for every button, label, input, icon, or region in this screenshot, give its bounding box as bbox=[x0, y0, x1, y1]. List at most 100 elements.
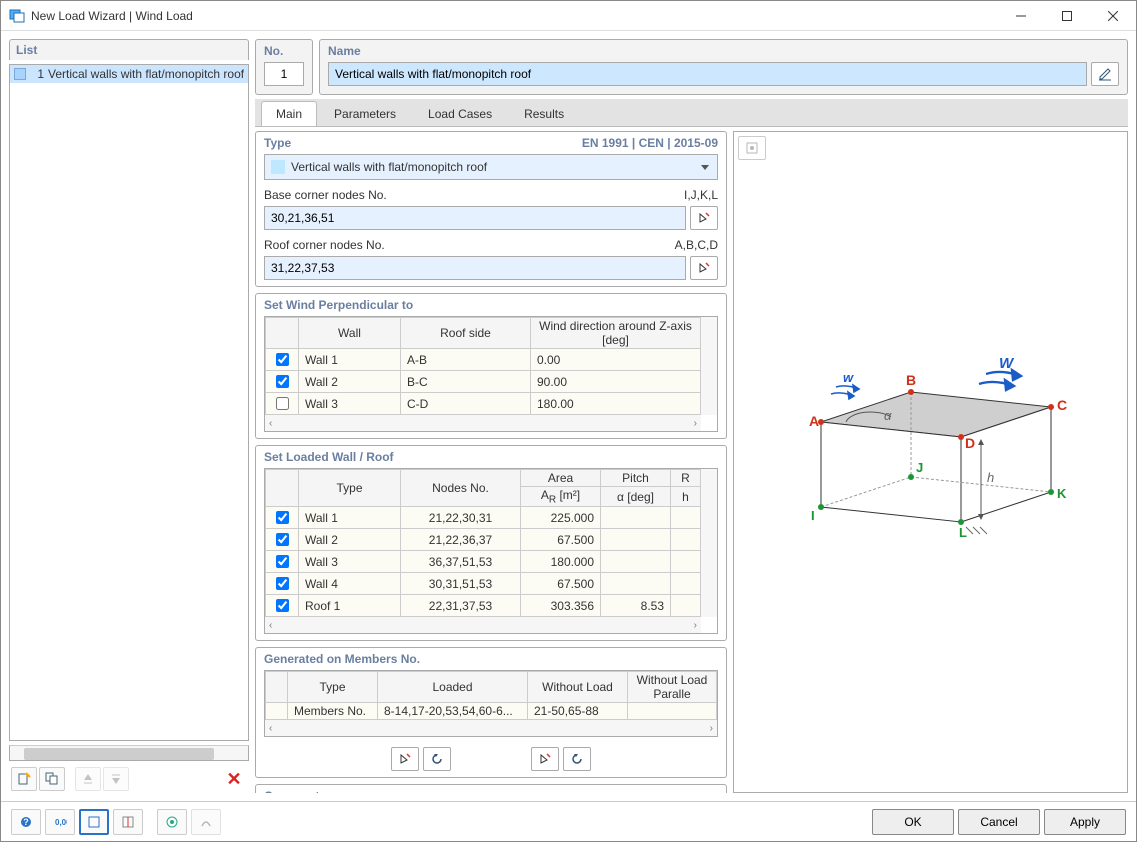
wind-perp-hscroll[interactable]: ‹› bbox=[265, 415, 701, 431]
generated-table[interactable]: Type Loaded Without Load Without Load Pa… bbox=[265, 671, 717, 720]
table-row[interactable]: Wall 1 21,22,30,31 225.000 bbox=[266, 507, 701, 529]
generated-hscroll[interactable]: ‹› bbox=[265, 720, 717, 736]
close-button[interactable] bbox=[1090, 1, 1136, 31]
generated-section: Generated on Members No. Type Loaded Wit… bbox=[255, 647, 727, 778]
type-combo[interactable]: Vertical walls with flat/monopitch roof bbox=[264, 154, 718, 180]
pick-unloaded-button[interactable] bbox=[531, 747, 559, 771]
view-mode-2-button[interactable] bbox=[113, 809, 143, 835]
left-toolbar: ✕ bbox=[9, 765, 249, 793]
footer: ? 0,00 OK Cancel Apply bbox=[1, 801, 1136, 841]
tab-main[interactable]: Main bbox=[261, 101, 317, 126]
loaded-wall-section: Set Loaded Wall / Roof Type Nodes No. Ar bbox=[255, 445, 727, 641]
undo-unloaded-button[interactable] bbox=[563, 747, 591, 771]
right-panel: No. Name Main Parameters Load Cases Resu… bbox=[255, 39, 1128, 793]
row-checkbox[interactable] bbox=[276, 375, 289, 388]
units-button[interactable]: 0,00 bbox=[45, 809, 75, 835]
settings-button[interactable] bbox=[191, 809, 221, 835]
preview-tool-button[interactable] bbox=[738, 136, 766, 160]
loaded-wall-table[interactable]: Type Nodes No. Area Pitch R AR [m²] α [d… bbox=[265, 469, 701, 617]
no-input[interactable] bbox=[264, 62, 304, 86]
col-lw-pitch-sub: α [deg] bbox=[601, 487, 671, 507]
comment-section: Comment bbox=[255, 784, 727, 793]
col-gen-without-par: Without Load Paralle bbox=[628, 672, 717, 703]
col-gen-loaded: Loaded bbox=[378, 672, 528, 703]
roof-nodes-label: Roof corner nodes No. bbox=[264, 238, 385, 252]
render-button[interactable] bbox=[157, 809, 187, 835]
col-wind-dir: Wind direction around Z-axis [deg] bbox=[531, 318, 701, 349]
preview-panel[interactable]: A B C D I J K L α h w W bbox=[733, 131, 1128, 793]
model-preview-icon: A B C D I J K L α h w W bbox=[781, 352, 1081, 572]
ok-button[interactable]: OK bbox=[872, 809, 954, 835]
base-nodes-hint: I,J,K,L bbox=[684, 188, 718, 202]
tab-load-cases[interactable]: Load Cases bbox=[413, 101, 507, 126]
table-row[interactable]: Wall 3 36,37,51,53 180.000 bbox=[266, 551, 701, 573]
delete-button[interactable]: ✕ bbox=[221, 767, 247, 791]
list-item[interactable]: 1 Vertical walls with flat/monopitch roo… bbox=[10, 65, 248, 83]
list-item-number: 1 bbox=[30, 67, 44, 81]
svg-text:W: W bbox=[999, 355, 1015, 372]
roof-nodes-input[interactable] bbox=[264, 256, 686, 280]
row-checkbox[interactable] bbox=[276, 353, 289, 366]
list-item-label: Vertical walls with flat/monopitch roof bbox=[48, 67, 244, 81]
table-row[interactable]: Members No. 8-14,17-20,53,54,60-6... 21-… bbox=[266, 703, 717, 720]
sort-desc-button[interactable] bbox=[103, 767, 129, 791]
list-hscroll[interactable] bbox=[9, 745, 249, 761]
title-bar: New Load Wizard | Wind Load bbox=[1, 1, 1136, 31]
wind-perp-vscroll[interactable] bbox=[701, 317, 717, 415]
row-checkbox[interactable] bbox=[276, 533, 289, 546]
pick-roof-nodes-button[interactable] bbox=[690, 256, 718, 280]
sort-asc-button[interactable] bbox=[75, 767, 101, 791]
new-item-button[interactable] bbox=[11, 767, 37, 791]
no-label: No. bbox=[264, 44, 304, 58]
col-lw-h: h bbox=[671, 487, 701, 507]
list-body[interactable]: 1 Vertical walls with flat/monopitch roo… bbox=[9, 64, 249, 741]
pick-loaded-button[interactable] bbox=[391, 747, 419, 771]
svg-text:I: I bbox=[811, 508, 815, 523]
pick-base-nodes-button[interactable] bbox=[690, 206, 718, 230]
table-row[interactable]: Wall 2 21,22,36,37 67.500 bbox=[266, 529, 701, 551]
svg-text:B: B bbox=[906, 372, 916, 388]
tab-results[interactable]: Results bbox=[509, 101, 579, 126]
col-gen-type: Type bbox=[288, 672, 378, 703]
app-icon bbox=[9, 8, 25, 24]
cancel-button[interactable]: Cancel bbox=[958, 809, 1040, 835]
type-selected: Vertical walls with flat/monopitch roof bbox=[291, 160, 487, 174]
maximize-button[interactable] bbox=[1044, 1, 1090, 31]
svg-text:?: ? bbox=[23, 817, 29, 827]
left-panel: List 1 Vertical walls with flat/monopitc… bbox=[9, 39, 249, 793]
row-checkbox[interactable] bbox=[276, 511, 289, 524]
wind-perp-section: Set Wind Perpendicular to Wall Roof side bbox=[255, 293, 727, 439]
help-button[interactable]: ? bbox=[11, 809, 41, 835]
loaded-wall-hscroll[interactable]: ‹› bbox=[265, 617, 701, 633]
table-row[interactable]: Roof 1 22,31,37,53 303.356 8.53 bbox=[266, 595, 701, 617]
apply-button[interactable]: Apply bbox=[1044, 809, 1126, 835]
name-label: Name bbox=[328, 44, 1119, 58]
loaded-wall-vscroll[interactable] bbox=[701, 469, 717, 617]
roof-nodes-hint: A,B,C,D bbox=[675, 238, 718, 252]
loaded-wall-label: Set Loaded Wall / Roof bbox=[264, 450, 394, 464]
list-item-icon bbox=[14, 68, 26, 80]
table-row[interactable]: Wall 1 A-B 0.00 bbox=[266, 349, 701, 371]
edit-name-button[interactable] bbox=[1091, 62, 1119, 86]
table-row[interactable]: Wall 2 B-C 90.00 bbox=[266, 371, 701, 393]
undo-loaded-button[interactable] bbox=[423, 747, 451, 771]
row-checkbox[interactable] bbox=[276, 555, 289, 568]
view-mode-1-button[interactable] bbox=[79, 809, 109, 835]
col-lw-pitch: Pitch bbox=[601, 470, 671, 487]
svg-text:h: h bbox=[987, 470, 994, 485]
table-row[interactable]: Wall 4 30,31,51,53 67.500 bbox=[266, 573, 701, 595]
row-checkbox[interactable] bbox=[276, 577, 289, 590]
col-gen-without: Without Load bbox=[528, 672, 628, 703]
table-row[interactable]: Wall 3 C-D 180.00 bbox=[266, 393, 701, 415]
wind-perp-label: Set Wind Perpendicular to bbox=[264, 298, 413, 312]
row-checkbox[interactable] bbox=[276, 599, 289, 612]
duplicate-button[interactable] bbox=[39, 767, 65, 791]
minimize-button[interactable] bbox=[998, 1, 1044, 31]
tab-parameters[interactable]: Parameters bbox=[319, 101, 411, 126]
svg-text:α: α bbox=[884, 408, 892, 423]
base-nodes-input[interactable] bbox=[264, 206, 686, 230]
name-input[interactable] bbox=[328, 62, 1087, 86]
type-label: Type bbox=[264, 136, 291, 150]
wind-perp-table[interactable]: Wall Roof side Wind direction around Z-a… bbox=[265, 317, 701, 415]
row-checkbox[interactable] bbox=[276, 397, 289, 410]
